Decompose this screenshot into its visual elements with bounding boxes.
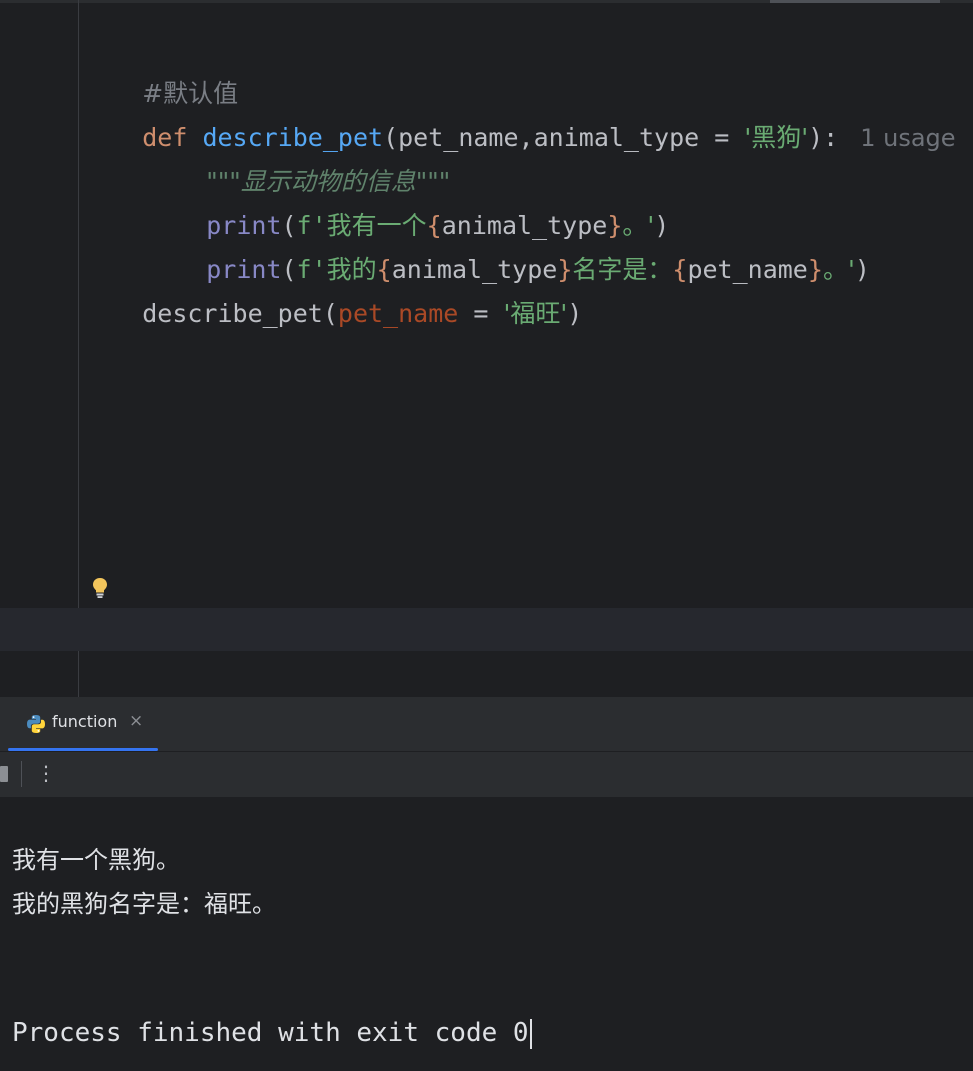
- current-line-highlight: [0, 608, 973, 651]
- call-function-name: describe_pet: [142, 299, 323, 328]
- comma: ,: [518, 123, 534, 152]
- code-editor[interactable]: #默认值 def describe_pet(pet_name,animal_ty…: [0, 0, 973, 697]
- signature-close: ):: [808, 123, 839, 152]
- exit-message-text: Process finished with exit code 0: [12, 1018, 529, 1048]
- open-paren: (: [322, 299, 338, 328]
- exit-message: Process finished with exit code 0: [12, 1016, 532, 1050]
- fstring-var: pet_name: [687, 255, 808, 284]
- default-value: '黑狗': [744, 123, 809, 152]
- brace-open: {: [672, 255, 688, 284]
- tab-function[interactable]: function ×: [8, 697, 158, 751]
- console-line-2: 我的黑狗名字是：福旺。: [12, 890, 276, 918]
- scroll-indicator[interactable]: [770, 0, 940, 3]
- code-line-6[interactable]: describe_pet(pet_name = '福旺'): [82, 260, 582, 328]
- assign-op: =: [699, 123, 745, 152]
- brace-close: }: [807, 255, 823, 284]
- more-options-icon[interactable]: ⋮: [36, 758, 56, 788]
- call-arg-name: pet_name: [337, 299, 459, 328]
- assign-op: =: [458, 299, 504, 328]
- code-line-4[interactable]: print(f'我有一个{animal_type}。'): [146, 172, 669, 240]
- fstring-text-mid: 名字是：: [572, 255, 673, 284]
- close-icon[interactable]: ×: [129, 711, 143, 731]
- usage-hint[interactable]: 1 usage: [860, 124, 955, 152]
- lightbulb-icon[interactable]: [91, 577, 109, 599]
- run-toolbar: [0, 752, 973, 798]
- close-paren: ): [567, 299, 583, 328]
- close-paren: ): [854, 255, 870, 284]
- code-line-5[interactable]: print(f'我的{animal_type}名字是：{pet_name}。'): [146, 216, 870, 284]
- param-animal-type: animal_type: [533, 123, 700, 152]
- console-line-1: 我有一个黑狗。: [12, 846, 180, 874]
- run-panel-tabbar: function ×: [0, 697, 973, 752]
- fstring-text-end: 。': [822, 255, 855, 284]
- python-icon: [27, 715, 45, 733]
- code-line-1[interactable]: #默认值: [82, 40, 238, 108]
- text-caret: [529, 1018, 532, 1049]
- code-line-2[interactable]: def describe_pet(pet_name,animal_type = …: [82, 84, 955, 152]
- code-line-3[interactable]: """显示动物的信息""": [146, 128, 450, 196]
- toolbar-separator: [21, 761, 22, 787]
- call-arg-value: '福旺': [503, 299, 568, 328]
- gutter-separator: [78, 0, 79, 697]
- tab-label: function: [52, 712, 118, 731]
- stop-icon[interactable]: [0, 766, 8, 782]
- active-tab-indicator: [8, 748, 158, 751]
